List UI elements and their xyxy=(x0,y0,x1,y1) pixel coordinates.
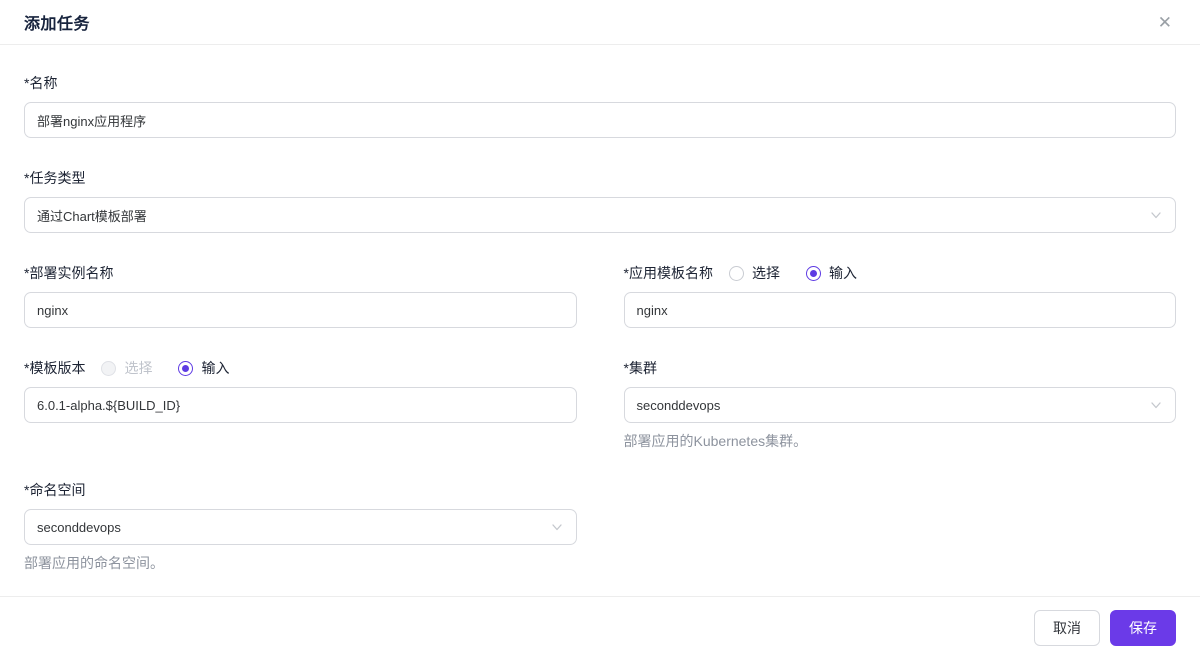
close-icon[interactable]: ✕ xyxy=(1154,12,1176,33)
radio-label: 输入 xyxy=(829,263,857,283)
app-template-source-radio-group: 选择 输入 xyxy=(729,263,857,283)
app-template-radio-select[interactable]: 选择 xyxy=(729,263,780,283)
field-namespace: *命名空间 seconddevops 部署应用的命名空间。 xyxy=(24,480,577,572)
app-template-name-label: *应用模板名称 xyxy=(624,263,713,283)
template-version-radio-select: 选择 xyxy=(101,358,152,378)
field-template-version: *模板版本 选择 输入 xyxy=(24,358,577,423)
namespace-select[interactable]: seconddevops xyxy=(24,509,577,545)
template-version-source-radio-group: 选择 输入 xyxy=(101,358,229,378)
dialog-footer: 取消 保存 xyxy=(0,596,1200,658)
template-version-input[interactable] xyxy=(24,387,577,423)
template-version-radio-input[interactable]: 输入 xyxy=(178,358,229,378)
namespace-help-text: 部署应用的命名空间。 xyxy=(24,554,577,572)
add-task-dialog: 添加任务 ✕ *名称 *任务类型 通过Chart模板部署 xyxy=(0,0,1200,658)
field-name: *名称 xyxy=(24,73,1176,138)
field-instance-name: *部署实例名称 xyxy=(24,263,577,328)
row-instance-apptemplate: *部署实例名称 *应用模板名称 选择 xyxy=(24,263,1176,328)
task-type-select[interactable]: 通过Chart模板部署 xyxy=(24,197,1176,233)
namespace-selected-value: seconddevops xyxy=(37,520,121,535)
radio-selected-icon xyxy=(178,361,193,376)
cluster-select[interactable]: seconddevops xyxy=(624,387,1177,423)
radio-selected-icon xyxy=(806,266,821,281)
cluster-selected-value: seconddevops xyxy=(637,398,721,413)
instance-name-label: *部署实例名称 xyxy=(24,263,113,283)
dialog-body: *名称 *任务类型 通过Chart模板部署 *部署实例名称 xyxy=(0,45,1200,596)
name-label: *名称 xyxy=(24,73,57,93)
save-button[interactable]: 保存 xyxy=(1110,610,1176,646)
app-template-name-input[interactable] xyxy=(624,292,1177,328)
radio-label: 选择 xyxy=(752,263,780,283)
radio-disabled-icon xyxy=(101,361,116,376)
radio-unselected-icon xyxy=(729,266,744,281)
field-app-template-name: *应用模板名称 选择 输入 xyxy=(624,263,1177,328)
cluster-help-text: 部署应用的Kubernetes集群。 xyxy=(624,432,1177,450)
chevron-down-icon xyxy=(1149,398,1163,412)
row-namespace: *命名空间 seconddevops 部署应用的命名空间。 xyxy=(24,480,1176,572)
cancel-button[interactable]: 取消 xyxy=(1034,610,1100,646)
row-version-cluster: *模板版本 选择 输入 xyxy=(24,358,1176,450)
field-task-type: *任务类型 通过Chart模板部署 xyxy=(24,168,1176,233)
template-version-label: *模板版本 xyxy=(24,358,85,378)
radio-label: 输入 xyxy=(201,358,229,378)
namespace-label: *命名空间 xyxy=(24,480,85,500)
instance-name-input[interactable] xyxy=(24,292,577,328)
radio-label: 选择 xyxy=(124,358,152,378)
dialog-title: 添加任务 xyxy=(24,10,90,34)
task-type-label: *任务类型 xyxy=(24,168,85,188)
chevron-down-icon xyxy=(1149,208,1163,222)
dialog-header: 添加任务 ✕ xyxy=(0,0,1200,45)
field-cluster: *集群 seconddevops 部署应用的Kubernetes集群。 xyxy=(624,358,1177,450)
task-type-selected-value: 通过Chart模板部署 xyxy=(37,206,147,225)
chevron-down-icon xyxy=(550,520,564,534)
name-input[interactable] xyxy=(24,102,1176,138)
cluster-label: *集群 xyxy=(624,358,657,378)
app-template-radio-input[interactable]: 输入 xyxy=(806,263,857,283)
